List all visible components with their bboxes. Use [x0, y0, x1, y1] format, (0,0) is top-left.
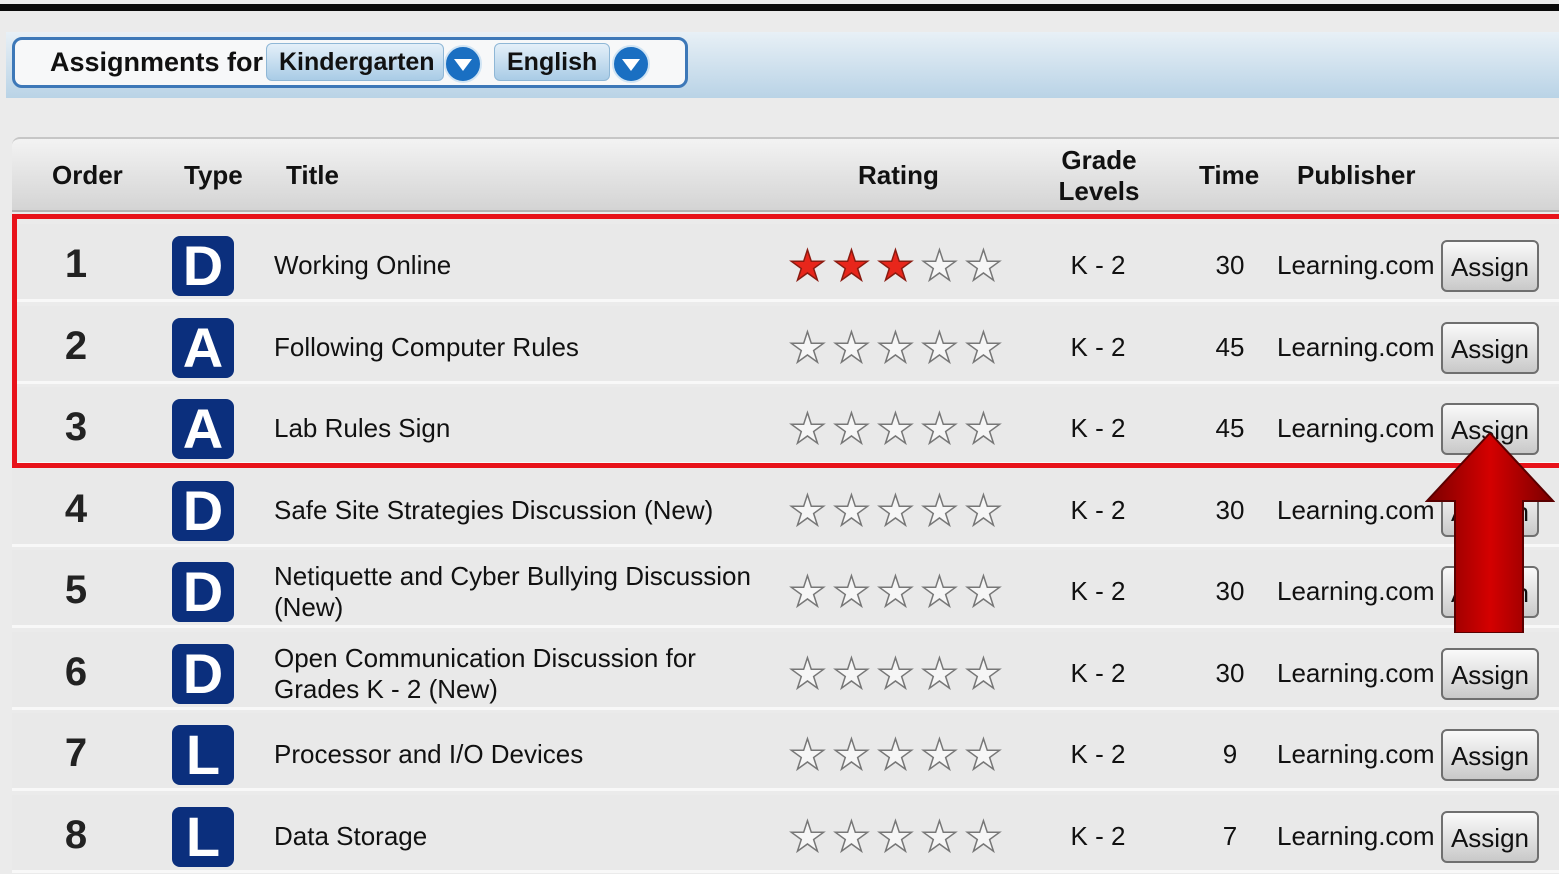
row-grade-levels: K - 2 — [1070, 576, 1126, 606]
highlight-box — [12, 214, 1559, 468]
star-icon[interactable]: ★ — [962, 732, 1006, 778]
assign-button[interactable]: Assign — [1441, 811, 1539, 863]
row-grade-levels: K - 2 — [1070, 495, 1126, 525]
row-time: 30 — [1215, 576, 1245, 606]
star-icon[interactable]: ★ — [874, 814, 918, 860]
rating-stars[interactable]: ★ ★ ★ ★ ★ — [786, 814, 1006, 860]
type-badge-icon: L — [172, 807, 234, 867]
type-badge-icon: D — [172, 562, 234, 622]
star-icon[interactable]: ★ — [830, 569, 874, 615]
star-icon[interactable]: ★ — [830, 651, 874, 697]
star-icon[interactable]: ★ — [830, 488, 874, 534]
row-time: 7 — [1222, 821, 1238, 851]
column-header-grade-levels[interactable]: Grade Levels — [1058, 145, 1140, 207]
star-icon[interactable]: ★ — [830, 814, 874, 860]
up-arrow-annotation — [1425, 433, 1555, 633]
rating-stars[interactable]: ★ ★ ★ ★ ★ — [786, 488, 1006, 534]
row-publisher: Learning.com — [1277, 495, 1435, 525]
type-badge-icon: L — [172, 725, 234, 785]
row-order: 8 — [64, 813, 88, 857]
row-publisher: Learning.com — [1277, 821, 1435, 851]
star-icon[interactable]: ★ — [830, 732, 874, 778]
grade-select[interactable]: Kindergarten — [266, 43, 444, 81]
row-time: 30 — [1215, 658, 1245, 688]
type-badge-icon: D — [172, 481, 234, 541]
star-icon[interactable]: ★ — [874, 488, 918, 534]
rating-stars[interactable]: ★ ★ ★ ★ ★ — [786, 732, 1006, 778]
top-divider — [0, 4, 1559, 11]
row-publisher: Learning.com — [1277, 576, 1435, 606]
star-icon[interactable]: ★ — [786, 732, 830, 778]
assignment-title-link[interactable]: Safe Site Strategies Discussion (New) — [274, 495, 774, 526]
row-time: 9 — [1222, 739, 1238, 769]
type-badge-letter: L — [185, 723, 221, 786]
type-badge-letter: D — [182, 642, 224, 705]
column-header-rating[interactable]: Rating — [858, 160, 939, 191]
row-time: 30 — [1215, 495, 1245, 525]
star-icon[interactable]: ★ — [918, 488, 962, 534]
row-publisher: Learning.com — [1277, 658, 1435, 688]
star-icon[interactable]: ★ — [918, 651, 962, 697]
star-icon[interactable]: ★ — [874, 569, 918, 615]
column-header-title[interactable]: Title — [286, 160, 339, 191]
row-publisher: Learning.com — [1277, 739, 1435, 769]
star-icon[interactable]: ★ — [962, 814, 1006, 860]
row-order: 7 — [64, 731, 88, 775]
star-icon[interactable]: ★ — [962, 488, 1006, 534]
rating-stars[interactable]: ★ ★ ★ ★ ★ — [786, 569, 1006, 615]
type-badge-letter: D — [182, 479, 224, 542]
row-grade-levels: K - 2 — [1070, 658, 1126, 688]
row-grade-levels: K - 2 — [1070, 739, 1126, 769]
row-order: 5 — [64, 568, 88, 612]
assignment-title-link[interactable]: Processor and I/O Devices — [274, 739, 774, 770]
star-icon[interactable]: ★ — [786, 488, 830, 534]
subject-select[interactable]: English — [494, 43, 610, 81]
chevron-down-icon[interactable] — [612, 45, 650, 83]
row-order: 4 — [64, 487, 88, 531]
column-header-publisher[interactable]: Publisher — [1297, 160, 1415, 191]
chevron-down-icon[interactable] — [444, 45, 482, 83]
column-header-type[interactable]: Type — [184, 160, 243, 191]
row-order: 6 — [64, 650, 88, 694]
type-badge-letter: D — [182, 560, 224, 623]
assignment-title-link[interactable]: Open Communication Discussion for Grades… — [274, 643, 774, 705]
filter-label: Assignments for — [50, 47, 264, 77]
grade-header-line1: Grade — [1061, 145, 1137, 175]
star-icon[interactable]: ★ — [874, 732, 918, 778]
star-icon[interactable]: ★ — [874, 651, 918, 697]
type-badge-icon: D — [172, 644, 234, 704]
star-icon[interactable]: ★ — [962, 651, 1006, 697]
row-grade-levels: K - 2 — [1070, 821, 1126, 851]
type-badge-letter: L — [185, 805, 221, 868]
column-header-time[interactable]: Time — [1199, 160, 1259, 191]
assign-button[interactable]: Assign — [1441, 648, 1539, 700]
column-header-order[interactable]: Order — [52, 160, 123, 191]
star-icon[interactable]: ★ — [786, 814, 830, 860]
assignment-title-link[interactable]: Netiquette and Cyber Bullying Discussion… — [274, 561, 774, 623]
grade-header-line2: Levels — [1058, 176, 1140, 206]
star-icon[interactable]: ★ — [962, 569, 1006, 615]
assignment-title-link[interactable]: Data Storage — [274, 821, 774, 852]
assign-button[interactable]: Assign — [1441, 729, 1539, 781]
rating-stars[interactable]: ★ ★ ★ ★ ★ — [786, 651, 1006, 697]
star-icon[interactable]: ★ — [918, 569, 962, 615]
star-icon[interactable]: ★ — [786, 651, 830, 697]
star-icon[interactable]: ★ — [786, 569, 830, 615]
star-icon[interactable]: ★ — [918, 814, 962, 860]
star-icon[interactable]: ★ — [918, 732, 962, 778]
